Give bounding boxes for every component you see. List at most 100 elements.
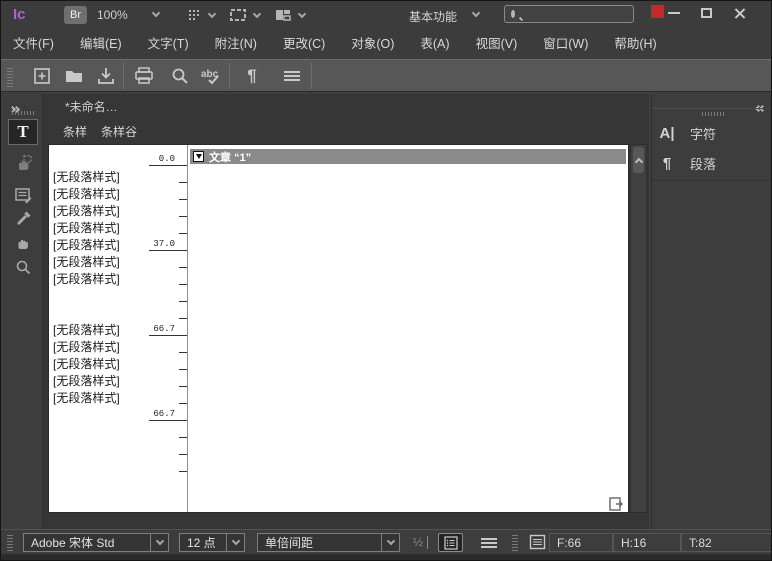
leading-dropdown[interactable]: 单倍间距 — [257, 533, 400, 552]
view-options-icon[interactable] — [187, 7, 203, 23]
counter-f: F:66 — [549, 533, 613, 552]
character-icon: A| — [652, 125, 682, 142]
galley-line: [无段落样式] — [49, 217, 187, 234]
fraction-toggle-icon[interactable]: ½ — [413, 536, 428, 549]
tools-panel: T — [3, 94, 43, 529]
close-button[interactable] — [727, 1, 753, 25]
frame-view-chevron-icon[interactable] — [253, 10, 261, 18]
menu-item[interactable]: 编辑(E) — [80, 29, 135, 59]
galley-line: [无段落样式]37.0 — [49, 234, 187, 251]
statusbar-grip[interactable] — [7, 534, 13, 551]
print-button[interactable] — [131, 64, 157, 88]
save-button[interactable] — [93, 64, 119, 88]
screen-mode-icon[interactable] — [274, 7, 292, 23]
zoom-tool-button[interactable] — [8, 254, 38, 280]
counter-t: T:82 — [681, 533, 772, 552]
galley-line: [无段落样式] — [49, 251, 187, 268]
galley-line: 0.0 — [49, 149, 187, 166]
frame-view-icon[interactable] — [229, 7, 247, 23]
font-family-dropdown[interactable]: Adobe 宋体 Std — [23, 533, 169, 552]
dropdown-chevron-icon — [150, 534, 168, 551]
view-tab[interactable]: 条样谷 — [101, 123, 137, 140]
position-tool-button[interactable] — [8, 150, 38, 176]
eyedropper-tool-button[interactable] — [8, 206, 38, 232]
menu-item[interactable]: 文件(F) — [13, 29, 67, 59]
chevron-up-icon — [634, 157, 642, 165]
spell-check-button[interactable]: abc — [199, 64, 225, 88]
position-tool-icon — [13, 153, 33, 173]
paragraph-icon: ¶ — [652, 155, 682, 172]
copyfit-info-icon — [529, 534, 546, 550]
menu-item[interactable]: 附注(N) — [215, 29, 270, 59]
zoom-chevron-icon[interactable] — [152, 9, 160, 17]
type-tool-button[interactable]: T — [8, 119, 38, 145]
close-icon — [734, 7, 746, 19]
open-folder-button[interactable] — [61, 64, 87, 88]
note-tool-button[interactable] — [8, 182, 38, 208]
search-box[interactable] — [504, 5, 634, 23]
workspace-switcher[interactable]: 基本功能 — [409, 8, 457, 25]
collapse-dock-icon[interactable] — [757, 98, 765, 116]
view-tab[interactable]: 条样 — [63, 123, 87, 140]
story-title: 文章 “1” — [209, 149, 251, 165]
menu-item[interactable]: 视图(V) — [476, 29, 531, 59]
hand-tool-button[interactable] — [8, 230, 38, 256]
hidden-characters-button[interactable]: ¶ — [239, 64, 265, 88]
galley-line: 66.7 — [49, 404, 187, 421]
dock-divider — [652, 180, 772, 181]
galley-line — [49, 285, 187, 302]
menu-item[interactable]: 表(A) — [420, 29, 462, 59]
galley-line — [49, 421, 187, 438]
workspace-chevron-icon[interactable] — [472, 9, 480, 17]
galley-line: [无段落样式] — [49, 166, 187, 183]
galley-info-button[interactable] — [438, 533, 463, 552]
screen-mode-chevron-icon[interactable] — [298, 10, 306, 18]
font-size-value: 12 点 — [180, 534, 226, 551]
minimize-button[interactable] — [661, 1, 687, 25]
character-panel-button[interactable]: A| 字符 — [652, 120, 772, 147]
menu-item[interactable]: 文字(T) — [148, 29, 202, 59]
ruler-number: 66.7 — [153, 409, 175, 419]
bridge-button[interactable]: Br — [64, 6, 87, 24]
leading-value: 单倍间距 — [258, 534, 381, 551]
new-document-button[interactable] — [29, 64, 55, 88]
document-tab[interactable]: *未命名… — [65, 98, 118, 115]
panel-menu-button[interactable] — [279, 64, 305, 88]
statusbar-grip[interactable] — [512, 534, 518, 551]
vertical-scrollbar[interactable] — [630, 144, 647, 513]
pilcrow-icon: ¶ — [247, 66, 256, 86]
galley-line: [无段落样式] — [49, 387, 187, 404]
toolbar-separator — [229, 63, 230, 89]
dropdown-chevron-icon — [381, 534, 399, 551]
menu-item[interactable]: 帮助(H) — [614, 29, 669, 59]
maximize-button[interactable] — [693, 1, 719, 25]
ruler-tick — [179, 471, 187, 472]
toolbar-grip[interactable] — [7, 66, 13, 87]
view-options-chevron-icon[interactable] — [208, 10, 216, 18]
menu-item[interactable]: 窗口(W) — [543, 29, 601, 59]
font-size-dropdown[interactable]: 12 点 — [179, 533, 245, 552]
galley-line: [无段落样式] — [49, 268, 187, 285]
statusbar-menu-icon[interactable] — [481, 538, 497, 548]
collapse-story-icon[interactable] — [193, 151, 204, 162]
galley-line — [49, 302, 187, 319]
zoom-level-value[interactable]: 100% — [97, 8, 128, 22]
tools-grip[interactable] — [12, 111, 34, 115]
document-window: *未命名… 条样条样谷 0.0[无段落样式][无段落样式][无段落样式][无段落… — [43, 94, 649, 529]
story-header-bar[interactable]: 文章 “1” — [190, 149, 626, 164]
search-tool-button[interactable] — [167, 64, 193, 88]
story-area[interactable]: 文章 “1” — [188, 145, 628, 512]
search-input[interactable] — [515, 8, 665, 20]
window-bottom-edge — [1, 554, 771, 561]
paragraph-panel-button[interactable]: ¶ 段落 — [652, 150, 772, 177]
scrollbar-up-button[interactable] — [633, 147, 644, 173]
galley-line — [49, 438, 187, 455]
galley-line: [无段落样式] — [49, 336, 187, 353]
dock-grip[interactable] — [702, 112, 724, 116]
minimize-icon — [668, 12, 680, 14]
galley-line: [无段落样式] — [49, 183, 187, 200]
page-jump-icon[interactable] — [608, 496, 624, 512]
menu-item[interactable]: 更改(C) — [283, 29, 338, 59]
character-label: 字符 — [690, 124, 716, 143]
menu-item[interactable]: 对象(O) — [351, 29, 407, 59]
